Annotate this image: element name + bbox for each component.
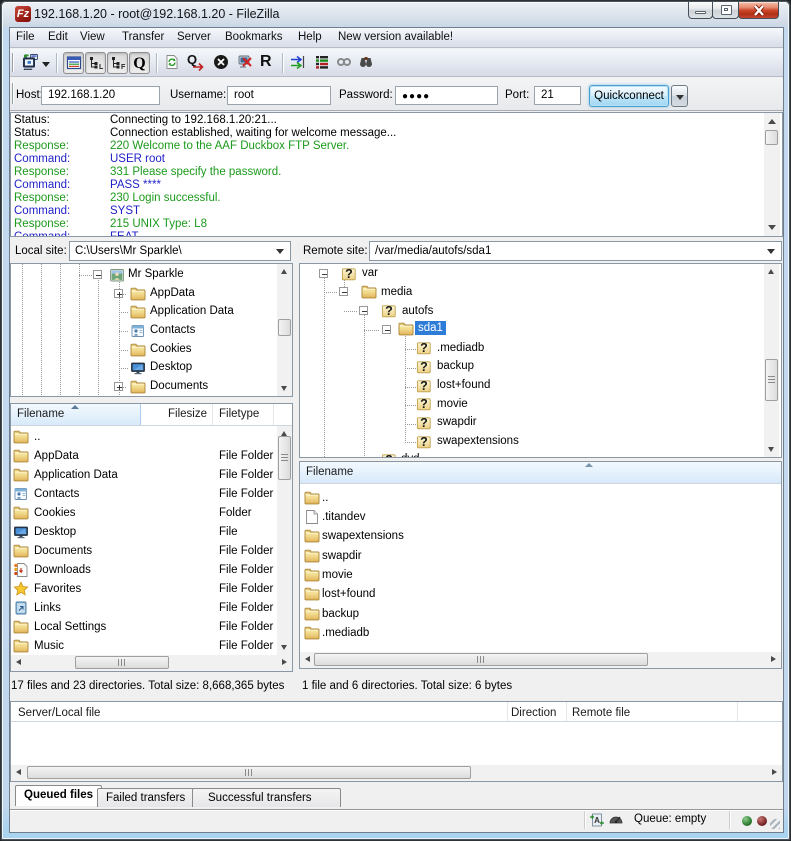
svg-text:F: F <box>121 64 126 71</box>
svg-text:L: L <box>99 64 104 71</box>
svg-text:A: A <box>594 816 600 825</box>
